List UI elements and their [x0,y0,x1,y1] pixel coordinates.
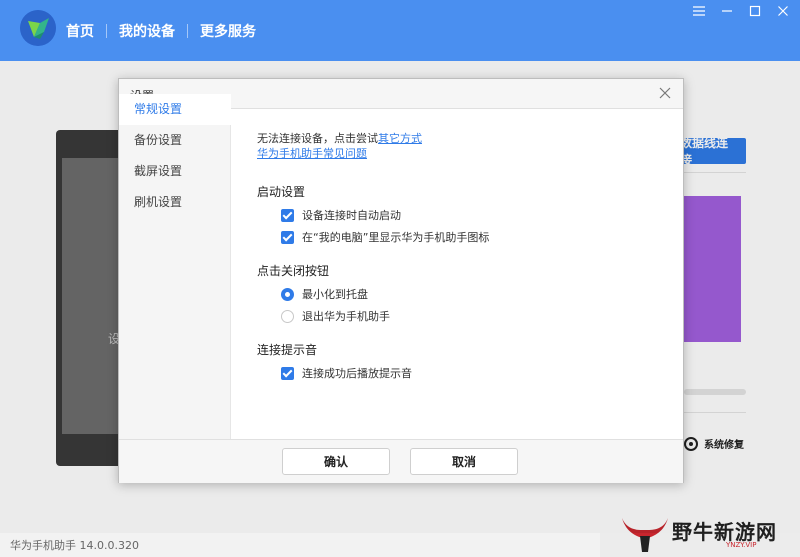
sidebar-item-backup[interactable]: 备份设置 [119,125,230,156]
window-controls [692,4,790,18]
section-title-sound: 连接提示音 [257,343,318,357]
app-logo-icon [20,10,56,46]
option-show-in-my-computer[interactable]: 在“我的电脑”里显示华为手机助手图标 [257,230,667,244]
menu-icon[interactable] [692,4,706,18]
watermark-subtitle: YNZY.VIP [726,541,757,549]
sidebar-item-screenshot[interactable]: 截屏设置 [119,156,230,187]
status-bar: 华为手机助手 14.0.0.320 [0,533,600,557]
settings-sidebar: 常规设置 备份设置 截屏设置 刷机设置 [119,94,231,439]
nav-divider [106,23,107,38]
cancel-button[interactable]: 取消 [410,448,518,475]
checkbox-checked-icon[interactable] [281,366,294,380]
section-title-startup: 启动设置 [257,185,306,199]
connect-tip: 无法连接设备，点击尝试其它方式 [257,131,667,146]
faq-link[interactable]: 华为手机助手常见问题 [257,147,367,160]
option-play-sound-label: 连接成功后播放提示音 [302,367,412,380]
checkbox-checked-icon[interactable] [281,208,294,222]
maximize-icon[interactable] [748,4,762,18]
connect-tip-text: 无法连接设备，点击尝试 [257,132,378,145]
option-play-sound[interactable]: 连接成功后播放提示音 [257,366,667,380]
settings-dialog: 设置 常规设置 备份设置 截屏设置 刷机设置 无法连接设备，点击尝试其它方式 华… [118,78,684,483]
radio-selected-icon[interactable] [281,287,294,301]
option-exit-app-label: 退出华为手机助手 [302,310,390,323]
nav-my-devices-label: 我的设备 [119,23,175,40]
nav-more-services[interactable]: 更多服务 [200,21,268,41]
top-header: 首页 我的设备 更多服务 [0,0,800,69]
dialog-footer: 确认 取消 [119,439,683,483]
option-show-in-my-computer-label: 在“我的电脑”里显示华为手机助手图标 [302,231,490,244]
nav-more-services-label: 更多服务 [200,23,256,40]
confirm-button[interactable]: 确认 [282,448,390,475]
radio-unselected-icon[interactable] [281,309,294,323]
minimize-icon[interactable] [720,4,734,18]
nav-home-label: 首页 [66,23,94,40]
option-auto-start[interactable]: 设备连接时自动启动 [257,208,667,222]
sidebar-item-general[interactable]: 常规设置 [119,94,231,125]
checkbox-checked-icon[interactable] [281,230,294,244]
section-title-close: 点击关闭按钮 [257,264,330,278]
other-methods-link[interactable]: 其它方式 [378,132,422,145]
option-minimize-to-tray-label: 最小化到托盘 [302,288,368,301]
main-nav: 首页 我的设备 更多服务 [66,0,268,69]
faq-row: 华为手机助手常见问题 [257,146,667,161]
option-minimize-to-tray[interactable]: 最小化到托盘 [257,287,667,301]
dialog-close-icon[interactable] [657,85,673,101]
close-icon[interactable] [776,4,790,18]
option-auto-start-label: 设备连接时自动启动 [302,209,401,222]
version-text: 华为手机助手 14.0.0.320 [10,539,139,552]
nav-my-devices[interactable]: 我的设备 [119,21,187,41]
nav-divider [187,23,188,38]
nav-home[interactable]: 首页 [66,21,106,69]
sidebar-item-flash[interactable]: 刷机设置 [119,187,230,218]
settings-content: 无法连接设备，点击尝试其它方式 华为手机助手常见问题 启动设置 设备连接时自动启… [257,131,667,380]
option-exit-app[interactable]: 退出华为手机助手 [257,309,667,323]
